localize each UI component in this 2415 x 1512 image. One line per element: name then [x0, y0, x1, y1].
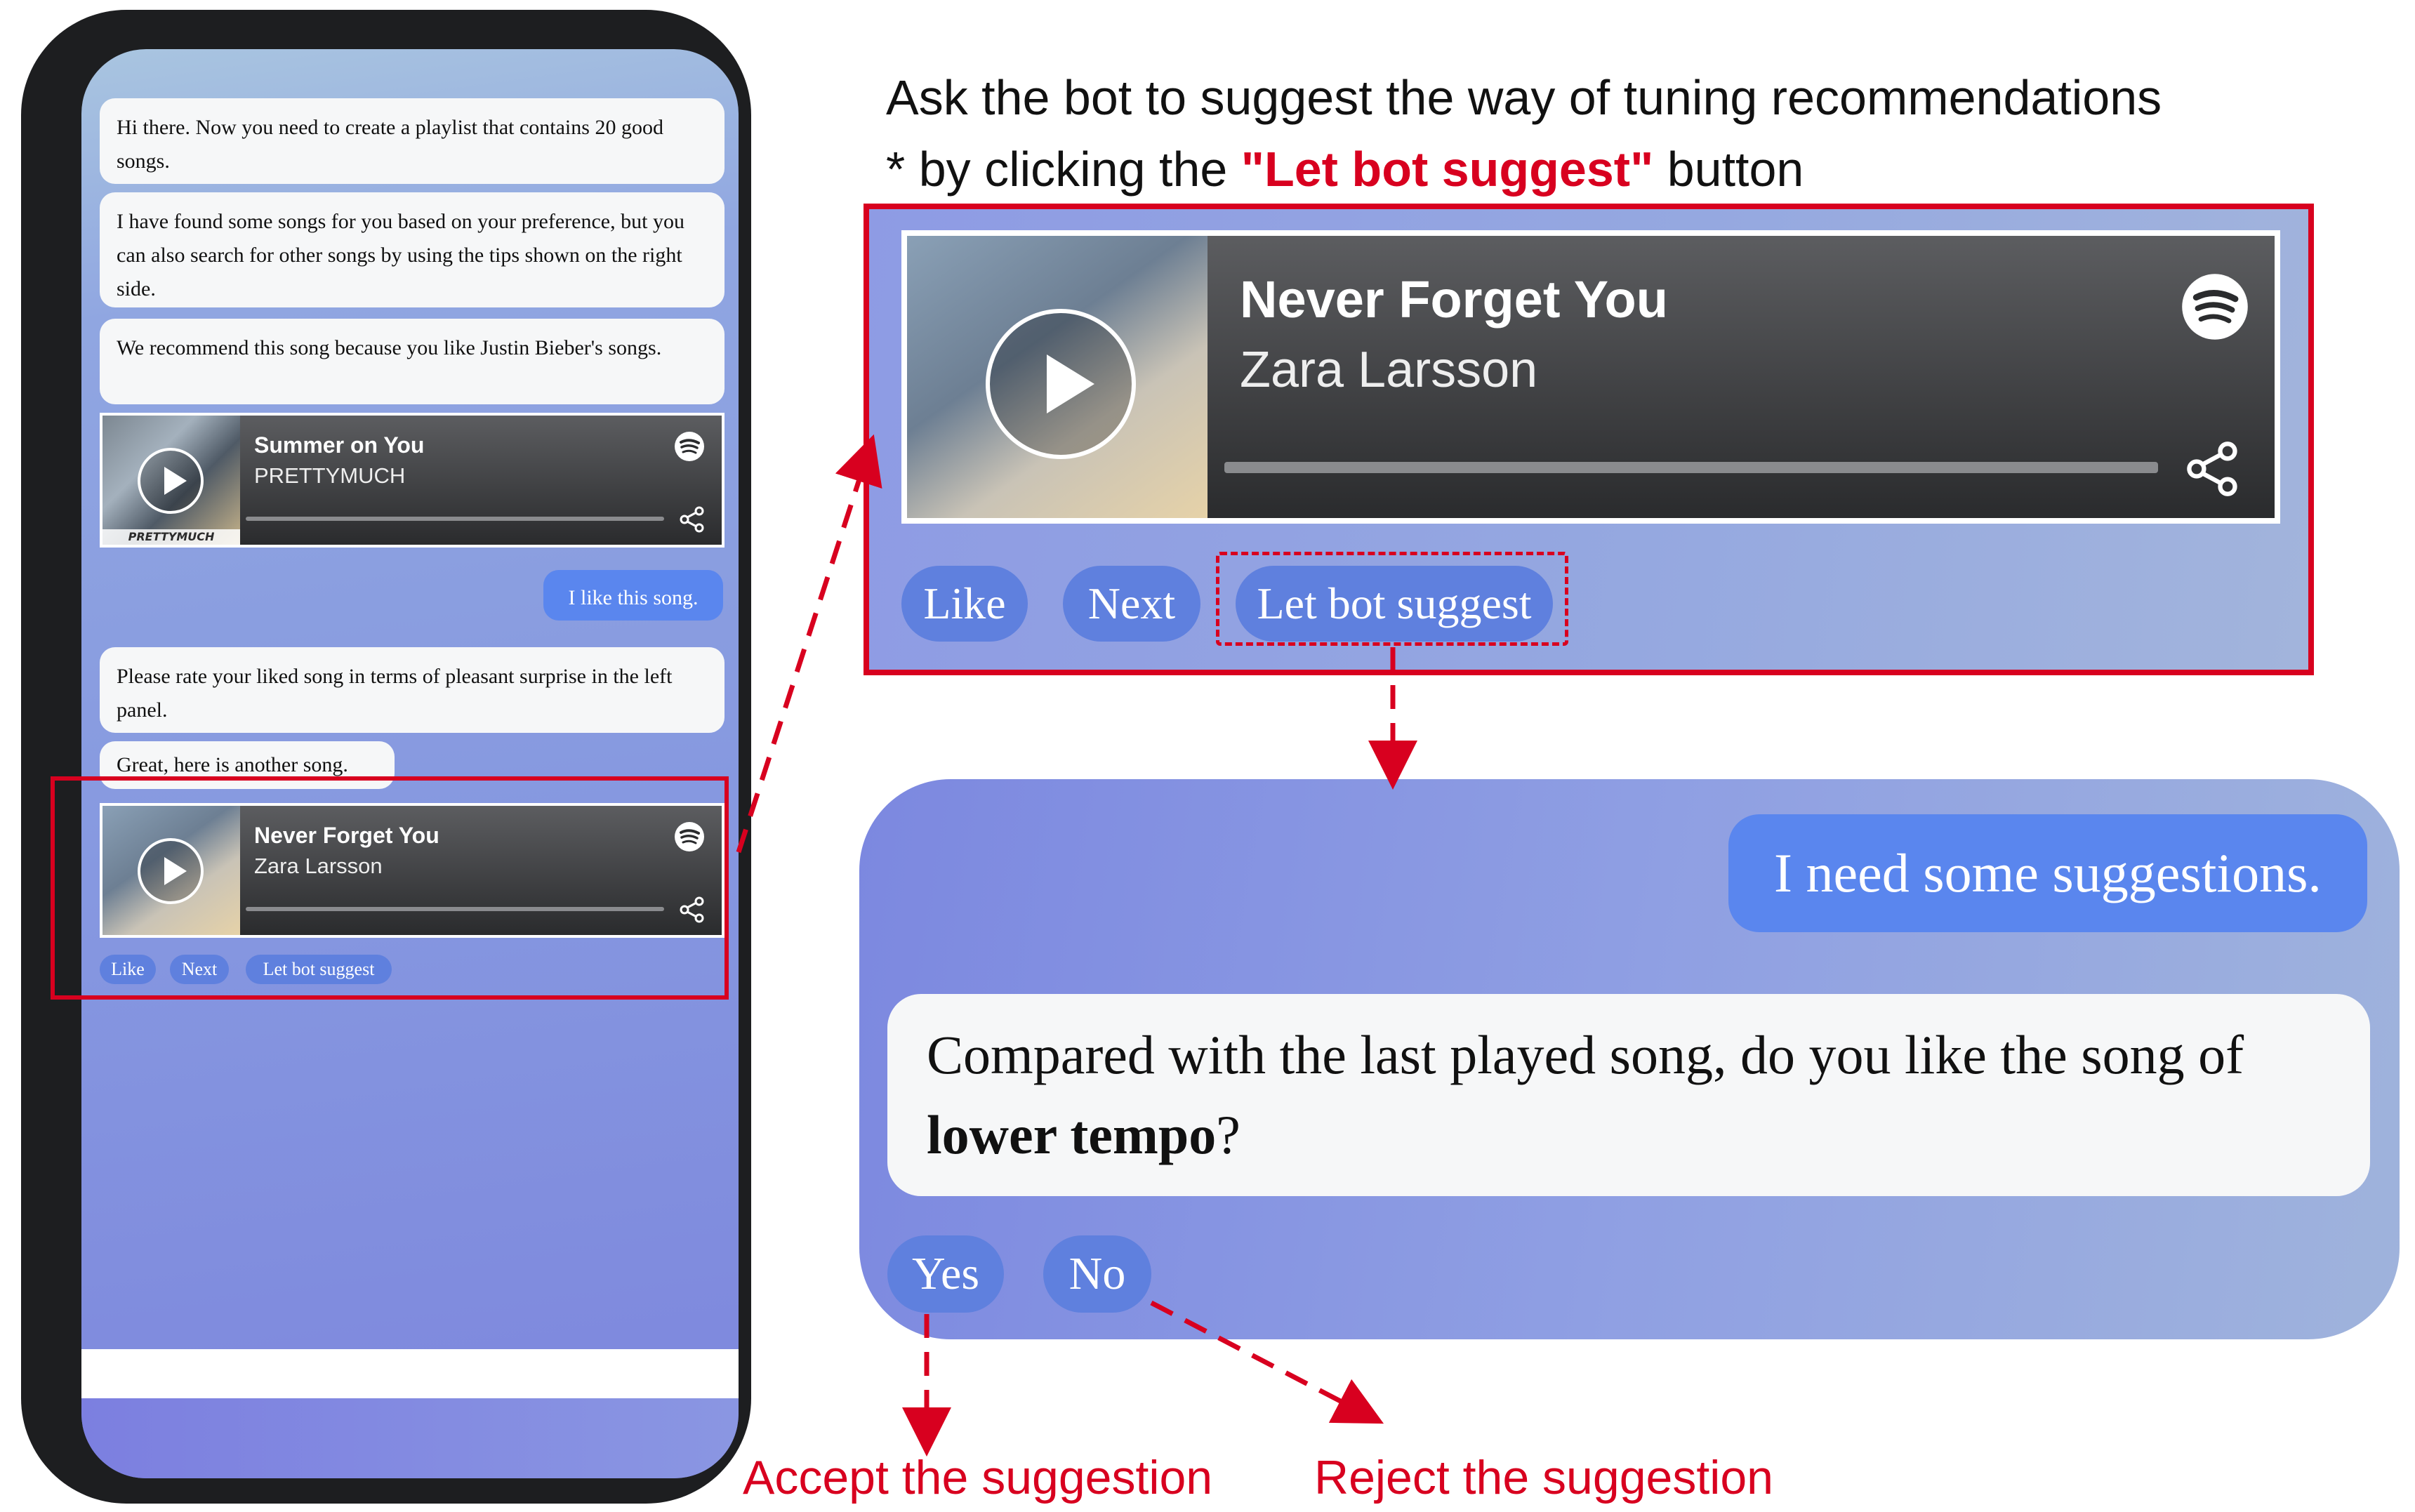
annotation-arrows	[736, 434, 1417, 1457]
arrow-phone-to-zoom	[736, 434, 882, 854]
arrow-no-to-reject	[1150, 1300, 1384, 1424]
